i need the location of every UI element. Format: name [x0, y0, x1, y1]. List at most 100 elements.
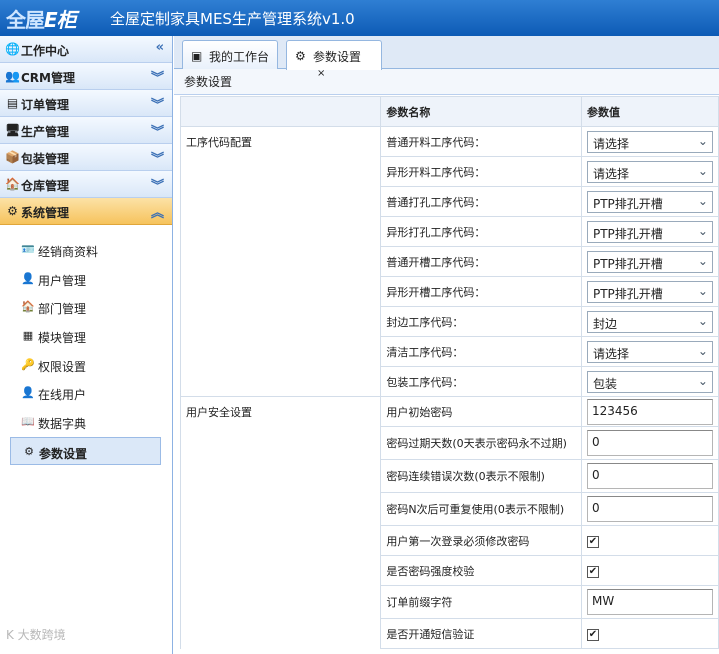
- sub-parameter-settings[interactable]: ⚙ 参数设置: [10, 436, 161, 465]
- header-category: [179, 96, 382, 127]
- chevron-down-icon[interactable]: ⌄: [698, 134, 708, 148]
- table-row: 用户安全设置 用户初始密码 123456: [179, 396, 719, 427]
- select-field[interactable]: 请选择 ⌄: [586, 130, 713, 153]
- chevron-down-icon[interactable]: ︾: [151, 94, 164, 113]
- param-value-cell: 123456: [580, 396, 719, 427]
- close-icon[interactable]: ×: [317, 68, 325, 79]
- chevron-down-icon[interactable]: ⌄: [698, 164, 708, 178]
- param-name: 异形开料工序代码：: [380, 156, 582, 187]
- nav-work-center[interactable]: 🌐 工作中心 «: [0, 36, 172, 63]
- chevron-down-icon[interactable]: ⌄: [698, 194, 708, 208]
- sub-label: 用户管理: [38, 273, 87, 288]
- param-name: 密码连续错误次数(0表示不限制): [380, 459, 582, 493]
- select-field[interactable]: PTP排孔开槽 ⌄: [586, 190, 713, 213]
- sub-module-management[interactable]: ▦ 模块管理: [0, 322, 172, 351]
- select-field[interactable]: 请选择 ⌄: [586, 160, 713, 183]
- tab-parameter-settings[interactable]: ⚙ 参数设置 ×: [286, 40, 382, 79]
- nav-orders[interactable]: ▤ 订单管理 ︾: [0, 90, 172, 117]
- chevron-down-icon[interactable]: ︾: [151, 148, 164, 167]
- param-name: 普通开槽工序代码：: [380, 246, 582, 277]
- text-input[interactable]: 0: [586, 430, 713, 456]
- nav-warehouse[interactable]: 🏠 仓库管理 ︾: [0, 171, 172, 198]
- table-row: 异形开槽工序代码： PTP排孔开槽 ⌄: [179, 276, 719, 307]
- sub-dealer-info[interactable]: 🪪 经销商资料: [0, 236, 172, 265]
- chevron-collapse-icon[interactable]: «: [156, 40, 164, 55]
- checkbox[interactable]: ✔: [586, 565, 599, 578]
- nav-system[interactable]: ⚙ 系统管理 ︽: [0, 198, 172, 225]
- person-icon: 👤: [21, 386, 35, 400]
- nav-label: 工作中心: [21, 44, 70, 58]
- category-cell: [179, 246, 382, 277]
- chevron-down-icon[interactable]: ⌄: [698, 284, 708, 298]
- table-row: 异形打孔工序代码： PTP排孔开槽 ⌄: [179, 216, 719, 247]
- user-icon: 👤: [21, 271, 35, 285]
- text-input[interactable]: 0: [586, 463, 713, 489]
- param-value-cell: 请选择 ⌄: [580, 156, 719, 187]
- param-value-cell: 请选择 ⌄: [580, 336, 719, 367]
- param-value-cell: ✔: [580, 555, 719, 586]
- param-value-cell: 封边 ⌄: [580, 306, 719, 337]
- sub-label: 权限设置: [38, 359, 87, 374]
- param-name: 普通开料工序代码：: [380, 126, 582, 157]
- select-value: 请选择: [592, 166, 629, 181]
- tab-label: 参数设置: [313, 50, 362, 64]
- chevron-down-icon[interactable]: ︾: [151, 175, 164, 194]
- sub-label: 部门管理: [38, 302, 87, 317]
- param-name: 订单前缀字符: [380, 585, 582, 619]
- table-row: 密码过期天数(0天表示密码永不过期) 0: [179, 426, 719, 460]
- category-cell: [179, 618, 382, 649]
- category-cell: [179, 525, 382, 556]
- select-value: 请选择: [592, 346, 629, 361]
- nav-label: 系统管理: [21, 206, 70, 220]
- chevron-down-icon[interactable]: ⌄: [698, 314, 708, 328]
- table-row: 普通打孔工序代码： PTP排孔开槽 ⌄: [179, 186, 719, 217]
- sub-label: 模块管理: [38, 331, 87, 346]
- param-name: 用户初始密码: [380, 396, 582, 427]
- card-icon: 🪪: [21, 243, 35, 256]
- gear-icon: ⚙: [24, 444, 34, 458]
- watermark: K 大数跨境: [6, 628, 66, 642]
- select-field[interactable]: 请选择 ⌄: [586, 340, 713, 363]
- chevron-down-icon[interactable]: ︾: [151, 121, 164, 140]
- panel-title: 参数设置: [174, 69, 719, 95]
- window-icon: ▣: [191, 49, 203, 63]
- logo-text: 全屋: [6, 8, 45, 32]
- chevron-down-icon[interactable]: ⌄: [698, 254, 708, 268]
- select-field[interactable]: 包装 ⌄: [586, 370, 713, 393]
- category-cell: 用户安全设置: [179, 396, 382, 427]
- select-field[interactable]: PTP排孔开槽 ⌄: [586, 250, 713, 273]
- nav-packaging[interactable]: 📦 包装管理 ︾: [0, 144, 172, 171]
- tab-workbench[interactable]: ▣ 我的工作台: [182, 40, 278, 69]
- house-icon: 🏠: [21, 300, 35, 314]
- chevron-down-icon[interactable]: ⌄: [698, 224, 708, 238]
- checkbox[interactable]: ✔: [586, 535, 599, 548]
- nav-label: 包装管理: [21, 152, 70, 166]
- sub-user-management[interactable]: 👤 用户管理: [0, 265, 172, 294]
- chevron-up-icon[interactable]: ︽: [151, 202, 164, 221]
- param-value-cell: PTP排孔开槽 ⌄: [580, 246, 719, 277]
- sub-online-users[interactable]: 👤 在线用户: [0, 379, 172, 408]
- parameter-table: 参数名称 参数值 工序代码配置 普通开料工序代码： 请选择 ⌄ 异形开料工序代码： 请选…: [179, 96, 719, 649]
- text-input[interactable]: 0: [586, 496, 713, 522]
- param-name: 是否密码强度校验: [380, 555, 582, 586]
- sub-department-management[interactable]: 🏠 部门管理: [0, 293, 172, 322]
- checkbox[interactable]: ✔: [586, 628, 599, 641]
- sub-data-dictionary[interactable]: 📖 数据字典: [0, 408, 172, 437]
- select-field[interactable]: 封边 ⌄: [586, 310, 713, 333]
- param-value-cell: PTP排孔开槽 ⌄: [580, 186, 719, 217]
- nav-production[interactable]: 🖥 生产管理 ︾: [0, 117, 172, 144]
- select-field[interactable]: PTP排孔开槽 ⌄: [586, 220, 713, 243]
- param-name: 普通打孔工序代码：: [380, 186, 582, 217]
- chevron-down-icon[interactable]: ︾: [151, 67, 164, 86]
- text-input[interactable]: 123456: [586, 398, 713, 425]
- monitor-icon: 🖥: [5, 123, 21, 137]
- param-name: 清洁工序代码：: [380, 336, 582, 367]
- select-field[interactable]: PTP排孔开槽 ⌄: [586, 280, 713, 303]
- sub-label: 在线用户: [38, 388, 87, 403]
- text-input[interactable]: MW: [586, 589, 713, 615]
- chevron-down-icon[interactable]: ⌄: [698, 344, 708, 358]
- sub-permission-settings[interactable]: 🔑 权限设置: [0, 351, 172, 380]
- nav-crm[interactable]: 👥 CRM管理 ︾: [0, 63, 172, 90]
- sub-label: 经销商资料: [38, 245, 99, 259]
- chevron-down-icon[interactable]: ⌄: [698, 374, 708, 388]
